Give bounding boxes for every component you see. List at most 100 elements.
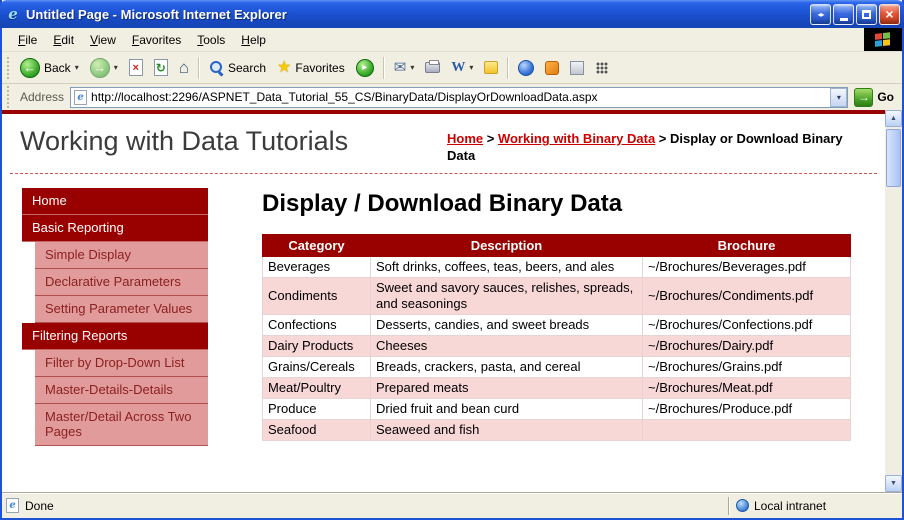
toolbar-grip[interactable]	[7, 57, 11, 79]
grid-cell: ~/Brochures/Dairy.pdf	[643, 335, 851, 356]
sidebar-item-basic-reporting[interactable]: Basic Reporting	[22, 215, 208, 242]
mail-icon: ✉	[394, 60, 407, 75]
grid-cell: Soft drinks, coffees, teas, beers, and a…	[371, 256, 643, 277]
sidebar-item-filtering-reports[interactable]: Filtering Reports	[22, 323, 208, 350]
grid-cell: ~/Brochures/Condiments.pdf	[643, 277, 851, 314]
stop-icon: ×	[129, 59, 143, 76]
grid-cell: Meat/Poultry	[263, 377, 371, 398]
breadcrumb-separator: >	[655, 131, 670, 146]
sidebar-item-simple-display[interactable]: Simple Display	[35, 242, 208, 269]
home-button[interactable]: ⌂	[174, 56, 194, 79]
grid-row: Dairy ProductsCheeses~/Brochures/Dairy.p…	[263, 335, 851, 356]
forward-icon: →	[90, 58, 110, 78]
grid-row: ProduceDried fruit and bean curd~/Brochu…	[263, 398, 851, 419]
titlebar: e Untitled Page - Microsoft Internet Exp…	[0, 0, 904, 28]
sidebar-item-filter-by-drop-down-list[interactable]: Filter by Drop-Down List	[35, 350, 208, 377]
calculator-icon	[570, 61, 584, 75]
menu-tools[interactable]: Tools	[189, 30, 233, 50]
grid-row: SeafoodSeaweed and fish	[263, 419, 851, 440]
stop-button[interactable]: ×	[124, 56, 148, 79]
vertical-scrollbar[interactable]: ▲ ▼	[885, 110, 902, 492]
content-columns: HomeBasic ReportingSimple DisplayDeclara…	[2, 174, 885, 492]
sidebar-item-home[interactable]: Home	[22, 188, 208, 215]
chevron-down-icon: ▾	[114, 63, 118, 72]
grid-row: Meat/PoultryPrepared meats~/Brochures/Me…	[263, 377, 851, 398]
refresh-icon: ↻	[154, 59, 168, 76]
address-label: Address	[20, 90, 64, 104]
ie-logo-icon: e	[5, 6, 21, 22]
grid-cell	[643, 419, 851, 440]
data-grid: CategoryDescriptionBrochure BeveragesSof…	[262, 234, 851, 441]
window-nav-arrows-button[interactable]: ◂▸	[810, 4, 831, 25]
back-label: Back	[44, 61, 71, 75]
minimize-button[interactable]	[833, 4, 854, 25]
media-icon: ▸	[356, 59, 374, 77]
sidebar-item-setting-parameter-values[interactable]: Setting Parameter Values	[35, 296, 208, 323]
site-title: Working with Data Tutorials	[20, 126, 348, 165]
discuss-button[interactable]	[479, 58, 503, 77]
grid-cell: Seafood	[263, 419, 371, 440]
grid-cell: Dried fruit and bean curd	[371, 398, 643, 419]
scroll-up-button[interactable]: ▲	[885, 110, 902, 127]
window-arrows-icon: ◂▸	[817, 10, 823, 19]
menu-help[interactable]: Help	[233, 30, 274, 50]
go-button[interactable]: → Go	[854, 88, 898, 107]
address-url: http://localhost:2296/ASPNET_Data_Tutori…	[91, 90, 826, 104]
menu-view[interactable]: View	[82, 30, 124, 50]
maximize-button[interactable]	[856, 4, 877, 25]
grid-row: Grains/CerealsBreads, crackers, pasta, a…	[263, 356, 851, 377]
menu-file[interactable]: File	[10, 30, 45, 50]
scrollbar-thumb[interactable]	[886, 129, 901, 187]
windows-flag-icon	[875, 32, 891, 48]
research-button[interactable]	[540, 58, 564, 78]
close-button[interactable]: ×	[879, 4, 900, 25]
menu-edit[interactable]: Edit	[45, 30, 82, 50]
tools-extra-button[interactable]	[565, 58, 589, 78]
forward-button[interactable]: → ▾	[85, 55, 123, 81]
sidebar-item-master-detail-across-two-pages[interactable]: Master/Detail Across Two Pages	[35, 404, 208, 446]
grid-cell: ~/Brochures/Grains.pdf	[643, 356, 851, 377]
grid-header: CategoryDescriptionBrochure	[263, 234, 851, 256]
sidebar-item-declarative-parameters[interactable]: Declarative Parameters	[35, 269, 208, 296]
close-icon: ×	[885, 7, 893, 21]
sidebar-nav: HomeBasic ReportingSimple DisplayDeclara…	[22, 188, 208, 468]
breadcrumb-link[interactable]: Working with Binary Data	[498, 131, 655, 146]
browser-viewport: Working with Data Tutorials Home > Worki…	[2, 110, 902, 492]
mail-button[interactable]: ✉ ▾	[389, 57, 420, 78]
intranet-globe-icon	[736, 499, 749, 512]
chevron-down-icon: ▾	[75, 63, 79, 72]
edit-button[interactable]: W ▾	[446, 57, 478, 79]
scroll-down-button[interactable]: ▼	[885, 475, 902, 492]
menu-favorites[interactable]: Favorites	[124, 30, 189, 50]
security-zone-panel: Local intranet	[736, 499, 898, 513]
print-button[interactable]	[420, 59, 445, 76]
research-icon	[545, 61, 559, 75]
messenger-button[interactable]	[513, 57, 539, 79]
grid-body: BeveragesSoft drinks, coffees, teas, bee…	[263, 256, 851, 440]
favorites-button[interactable]: ★ Favorites	[272, 57, 350, 79]
layout-grid-button[interactable]	[590, 58, 614, 78]
maximize-icon	[862, 10, 871, 19]
toolbar-separator	[507, 57, 509, 79]
grid-dots-icon	[595, 61, 609, 75]
search-button[interactable]: Search	[204, 57, 271, 78]
breadcrumb-separator: >	[483, 131, 498, 146]
favorites-star-icon: ★	[277, 60, 291, 76]
refresh-button[interactable]: ↻	[149, 56, 173, 79]
windows-logo-throbber	[864, 28, 902, 51]
address-input[interactable]: e http://localhost:2296/ASPNET_Data_Tuto…	[70, 87, 848, 108]
grid-cell: Desserts, candies, and sweet breads	[371, 314, 643, 335]
address-dropdown-button[interactable]: ▾	[830, 88, 847, 107]
addressbar-grip[interactable]	[7, 86, 11, 108]
status-page-icon: e	[6, 498, 19, 513]
back-button[interactable]: ← Back ▾	[15, 55, 84, 81]
grid-row: CondimentsSweet and savory sauces, relis…	[263, 277, 851, 314]
home-icon: ⌂	[179, 59, 189, 76]
grid-col-header: Brochure	[643, 234, 851, 256]
grid-cell: Confections	[263, 314, 371, 335]
breadcrumb-link[interactable]: Home	[447, 131, 483, 146]
main-content: Display / Download Binary Data CategoryD…	[208, 188, 885, 492]
sidebar-item-master-details-details[interactable]: Master-Details-Details	[35, 377, 208, 404]
media-button[interactable]: ▸	[351, 56, 379, 80]
search-icon	[209, 60, 224, 75]
